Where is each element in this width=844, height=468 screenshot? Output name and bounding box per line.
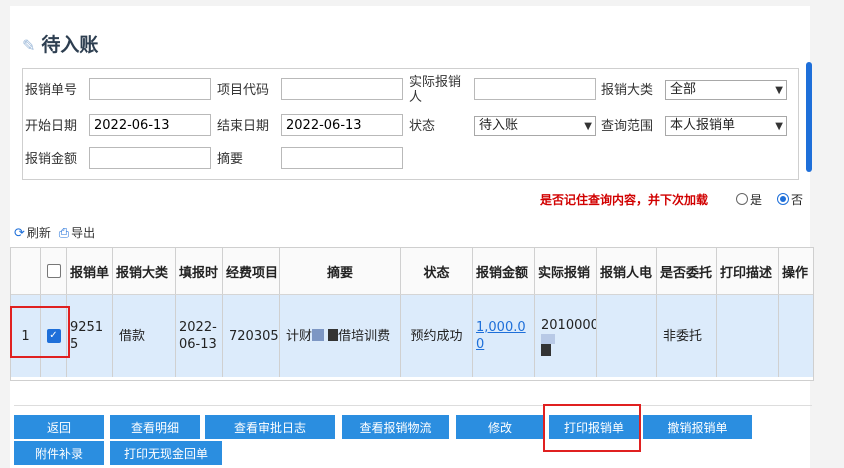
page-title: ✎ 待入账 <box>22 34 99 56</box>
header-date[interactable]: 填报时 <box>176 248 223 294</box>
header-project[interactable]: 经费项目 <box>223 248 280 294</box>
row-phone <box>597 295 657 377</box>
reimbursement-table: 报销单 报销大类 填报时 经费项目 摘要 状态 报销金额 实际报销 报销人电 是… <box>10 247 814 381</box>
status-select[interactable]: 待入账 ▼ <box>474 116 596 136</box>
table-header: 报销单 报销大类 填报时 经费项目 摘要 状态 报销金额 实际报销 报销人电 是… <box>11 248 813 295</box>
bill-no-input[interactable] <box>89 78 211 100</box>
refresh-button[interactable]: ⟳ 刷新 <box>14 226 53 241</box>
radio-circle-selected <box>777 193 789 205</box>
row-actual: 2010000 <box>535 295 597 377</box>
redacted-block <box>541 343 551 356</box>
row-print-desc <box>717 295 779 377</box>
remember-yes-radio[interactable]: 是 <box>736 191 762 208</box>
header-phone[interactable]: 报销人电 <box>597 248 657 294</box>
header-select-all[interactable] <box>41 248 67 294</box>
redacted-block <box>328 328 339 341</box>
chevron-down-icon: ▼ <box>775 121 783 132</box>
header-index <box>11 248 41 294</box>
refresh-icon: ⟳ <box>14 226 25 241</box>
summary-label: 摘要 <box>217 152 244 167</box>
printer-icon: ⎙ <box>58 226 70 241</box>
status-label: 状态 <box>409 119 436 134</box>
scrollbar[interactable] <box>806 62 812 172</box>
project-code-label: 项目代码 <box>217 83 270 98</box>
header-entrusted[interactable]: 是否委托 <box>657 248 717 294</box>
pen-icon: ✎ <box>22 36 36 55</box>
start-date-input[interactable] <box>89 114 211 136</box>
summary-input[interactable] <box>281 147 403 169</box>
remember-query-label: 是否记住查询内容，并下次加载 <box>540 193 709 207</box>
print-no-cash-receipt-button[interactable]: 打印无现金回单 <box>110 441 222 465</box>
radio-circle <box>736 193 748 205</box>
row-project: 720305 <box>223 295 280 377</box>
highlight-box <box>10 306 70 358</box>
row-date: 2022-06-13 <box>176 295 223 377</box>
row-ops <box>779 295 813 377</box>
view-detail-button[interactable]: 查看明细 <box>110 415 200 439</box>
table-row[interactable]: 1 ✓ 92515 借款 2022-06-13 720305 计财 借培训费 预… <box>11 295 813 377</box>
start-date-label: 开始日期 <box>25 119 78 134</box>
scope-select[interactable]: 本人报销单 ▼ <box>665 116 787 136</box>
row-summary: 计财 借培训费 <box>280 295 401 377</box>
category-select[interactable]: 全部 ▼ <box>665 80 787 100</box>
checkbox[interactable] <box>46 264 61 278</box>
row-status: 预约成功 <box>401 295 473 377</box>
chevron-down-icon: ▼ <box>775 85 783 96</box>
row-category: 借款 <box>113 295 176 377</box>
redacted-block <box>541 333 555 344</box>
remember-no-radio[interactable]: 否 <box>777 191 803 208</box>
header-summary[interactable]: 摘要 <box>280 248 401 294</box>
view-audit-log-button[interactable]: 查看审批日志 <box>205 415 335 439</box>
scope-label: 查询范围 <box>601 119 654 134</box>
modify-button[interactable]: 修改 <box>456 415 544 439</box>
end-date-input[interactable] <box>281 114 403 136</box>
view-logistics-button[interactable]: 查看报销物流 <box>342 415 449 439</box>
divider <box>14 405 812 406</box>
amount-label: 报销金额 <box>25 152 78 167</box>
grid-toolbar: ⟳ 刷新 ⎙ 导出 <box>14 224 99 241</box>
chevron-down-icon: ▼ <box>584 121 592 132</box>
end-date-label: 结束日期 <box>217 119 270 134</box>
back-button[interactable]: 返回 <box>14 415 104 439</box>
row-amount[interactable]: 1,000.00 <box>473 295 535 377</box>
cancel-reimbursement-button[interactable]: 撤销报销单 <box>643 415 752 439</box>
filter-panel: 报销单号 项目代码 实际报销人 报销大类 全部▼ 开始日期 结束日期 状态 待入… <box>22 68 799 180</box>
category-label: 报销大类 <box>601 83 654 98</box>
attachment-supplement-button[interactable]: 附件补录 <box>14 441 104 465</box>
project-code-input[interactable] <box>281 78 403 100</box>
header-amount[interactable]: 报销金额 <box>473 248 535 294</box>
amount-input[interactable] <box>89 147 211 169</box>
header-status[interactable]: 状态 <box>401 248 473 294</box>
row-bill-no: 92515 <box>67 295 113 377</box>
header-ops[interactable]: 操作 <box>779 248 813 294</box>
row-entrusted: 非委托 <box>657 295 717 377</box>
header-actual[interactable]: 实际报销 <box>535 248 597 294</box>
header-bill-no[interactable]: 报销单 <box>67 248 113 294</box>
header-category[interactable]: 报销大类 <box>113 248 176 294</box>
bill-no-label: 报销单号 <box>25 83 78 98</box>
redacted-block <box>312 328 325 341</box>
actual-reimburser-label: 实际报销人 <box>409 75 462 105</box>
actual-reimburser-input[interactable] <box>474 78 596 100</box>
export-button[interactable]: ⎙ 导出 <box>58 226 97 241</box>
header-print-desc[interactable]: 打印描述 <box>717 248 779 294</box>
highlight-box <box>543 404 641 452</box>
